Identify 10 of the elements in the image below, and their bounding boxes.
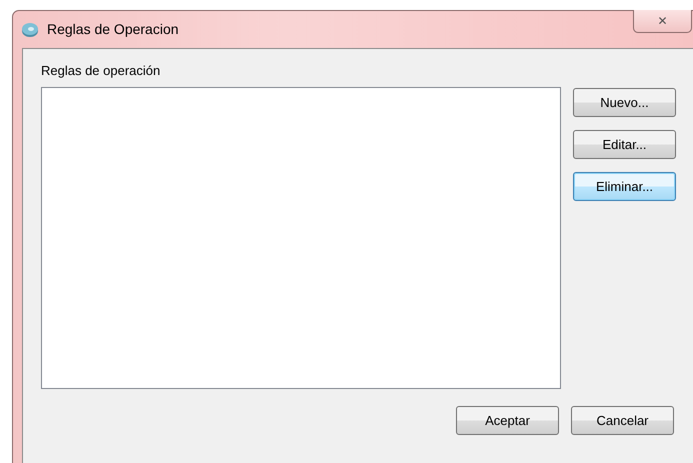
close-button[interactable]: ✕ — [633, 10, 692, 33]
dialog-button[interactable]: Editar... — [573, 130, 676, 159]
rules-list[interactable] — [41, 87, 561, 389]
app-icon — [21, 20, 39, 38]
window-title: Reglas de Operacion — [47, 20, 179, 39]
list-label: Reglas de operación — [41, 63, 162, 79]
dialog-button[interactable]: Eliminar... — [573, 172, 676, 201]
dialog-button[interactable]: Aceptar — [456, 406, 559, 435]
dialog-button[interactable]: Nuevo... — [573, 88, 676, 117]
dialog-button[interactable]: Cancelar — [571, 406, 674, 435]
